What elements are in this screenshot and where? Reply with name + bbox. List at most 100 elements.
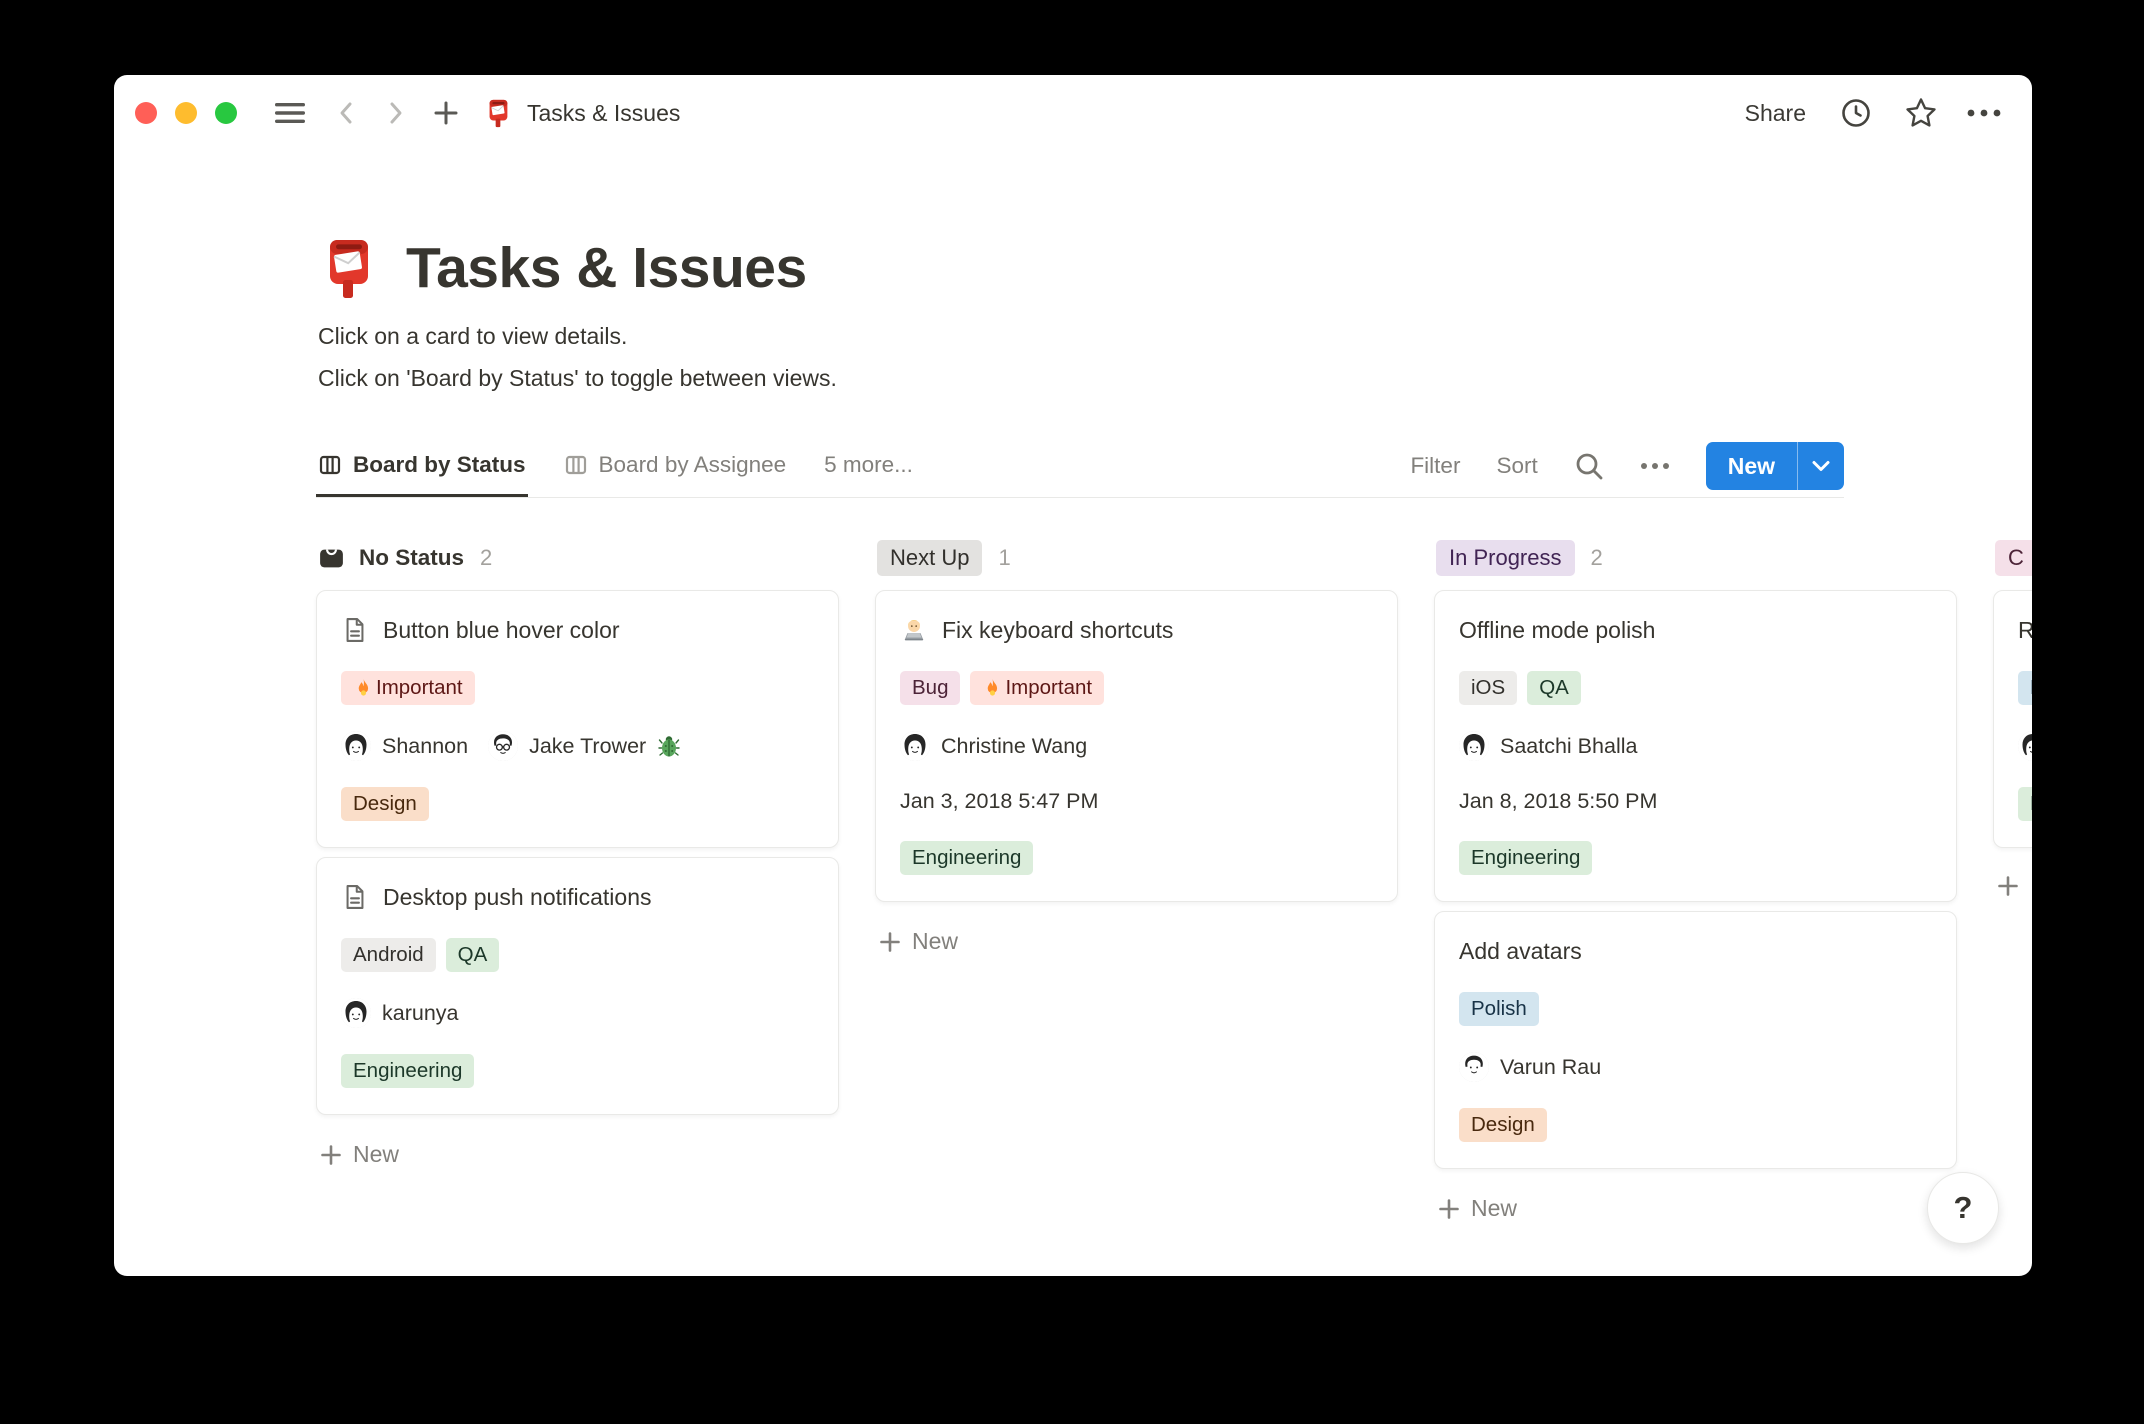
add-card-label: New: [353, 1141, 400, 1167]
tag-label: iOS: [1471, 676, 1506, 699]
search-icon[interactable]: [1574, 451, 1604, 481]
help-button[interactable]: ?: [1927, 1172, 1999, 1244]
new-button[interactable]: New: [1705, 442, 1844, 490]
card-tags-row: P: [2018, 671, 2032, 705]
tab-board-by-assignee[interactable]: Board by Assignee: [562, 435, 789, 497]
tag-label: Design: [1471, 1113, 1535, 1136]
tag-label: QA: [1539, 676, 1569, 699]
card-tags-row: Polish: [1459, 992, 1932, 1026]
tag-bug: Bug: [900, 671, 961, 705]
ellipsis-icon[interactable]: [1966, 108, 2002, 118]
tag-polish: Polish: [1459, 992, 1539, 1026]
tag-engineering: Engineering: [900, 841, 1034, 875]
tag-qa: QA: [445, 938, 500, 972]
column-title: In Progress: [1436, 540, 1575, 576]
card-title-row: Add avatars: [1459, 936, 1932, 966]
card[interactable]: Fix keyboard shortcuts Bug Important Christ…: [875, 590, 1398, 902]
star-icon[interactable]: [1904, 96, 1938, 130]
tag-design: Design: [1459, 1108, 1547, 1142]
person-name: karunya: [382, 1000, 459, 1025]
tag-important: Important: [341, 671, 475, 705]
card-date: Jan 8, 2018 5:50 PM: [1459, 788, 1658, 813]
add-card-label: New: [912, 928, 959, 954]
page-description: Click on a card to view details. Click o…: [318, 315, 2032, 399]
card[interactable]: Button blue hover color Important Shannon J…: [316, 590, 839, 848]
tab-5-more-[interactable]: 5 more...: [822, 435, 915, 497]
person: Varun Rau: [1459, 1052, 1601, 1082]
card[interactable]: R P E: [1993, 590, 2032, 848]
view-toolbar: Board by Status Board by Assignee 5 more..…: [316, 435, 1844, 498]
filter-button[interactable]: Filter: [1410, 453, 1460, 479]
column-title: C: [1995, 540, 2032, 576]
card-tags-row: Important: [341, 671, 814, 705]
clock-icon[interactable]: [1840, 97, 1872, 129]
add-card-button-no-status[interactable]: New: [319, 1141, 839, 1168]
column-count: 2: [480, 545, 493, 570]
breadcrumb[interactable]: Tasks & Issues: [483, 98, 680, 128]
tag-important: Important: [970, 671, 1105, 705]
page-icon: [341, 883, 369, 911]
card-tags-row: E: [2018, 787, 2032, 821]
column-header-next-up[interactable]: Next Up 1: [877, 538, 1398, 578]
column-title: Next Up: [877, 540, 983, 576]
zoom-button[interactable]: [215, 102, 237, 124]
card-tags-row: Bug Important: [900, 671, 1373, 705]
column-header-in-progress[interactable]: In Progress 2: [1436, 538, 1957, 578]
mailbox-page-icon[interactable]: [316, 236, 380, 300]
card-tags-row: Design: [341, 787, 814, 821]
share-button[interactable]: Share: [1745, 100, 1806, 127]
avatar: [1459, 1052, 1489, 1082]
hamburger-menu-icon[interactable]: [275, 101, 305, 125]
chevron-down-icon[interactable]: [1798, 442, 1844, 490]
tag-label: Bug: [912, 676, 949, 699]
add-card-button-clipped-column[interactable]: [1996, 874, 2032, 898]
fire-icon: [982, 678, 1003, 699]
card-title: R: [2018, 616, 2032, 643]
tag-label: Android: [353, 943, 424, 966]
tab-board-by-status[interactable]: Board by Status: [316, 435, 528, 497]
tag-engineering: Engineering: [341, 1054, 475, 1088]
avatar: [2018, 731, 2032, 761]
add-card-button-in-progress[interactable]: New: [1437, 1195, 1957, 1222]
avatar: [341, 998, 371, 1028]
card[interactable]: Offline mode polish iOS QA Saatchi Bhalla Ja…: [1434, 590, 1957, 902]
person: karunya: [341, 998, 459, 1028]
inbox-icon: [318, 545, 345, 572]
close-button[interactable]: [135, 102, 157, 124]
add-card-button-next-up[interactable]: New: [878, 928, 1398, 955]
person-name: Shannon: [382, 733, 469, 758]
person: [2018, 731, 2032, 761]
new-button-label[interactable]: New: [1706, 442, 1797, 490]
avatar: [488, 731, 519, 761]
minimize-button[interactable]: [175, 102, 197, 124]
tag-label: Important: [1005, 676, 1093, 699]
tab-label: Board by Assignee: [598, 451, 787, 477]
column-title: No Status: [359, 545, 465, 570]
board-view-icon: [564, 453, 588, 477]
technologist-emoji: [900, 616, 928, 644]
ellipsis-icon[interactable]: [1640, 462, 1670, 470]
person: Shannon: [341, 731, 468, 761]
chevron-left-icon[interactable]: [335, 99, 357, 127]
board-column-next-up: Next Up 1 Fix keyboard shortcuts Bug Importa…: [875, 538, 1398, 955]
beetle-icon: [657, 734, 681, 758]
card-title: Fix keyboard shortcuts: [942, 616, 1174, 643]
tab-label: 5 more...: [824, 451, 913, 477]
column-count: 2: [1590, 545, 1603, 570]
page-icon: [341, 616, 369, 644]
tag-label: Polish: [1471, 997, 1527, 1020]
card[interactable]: Add avatars Polish Varun Rau Design: [1434, 911, 1957, 1169]
plus-icon[interactable]: [433, 100, 459, 126]
column-header-clipped-column[interactable]: C: [1995, 538, 2032, 578]
board-view-icon: [318, 453, 342, 477]
chevron-right-icon[interactable]: [385, 99, 407, 127]
person: Saatchi Bhalla: [1459, 731, 1637, 761]
column-header-no-status[interactable]: No Status 2: [318, 538, 839, 578]
sort-button[interactable]: Sort: [1496, 453, 1537, 479]
page-header: Tasks & Issues: [316, 235, 2032, 301]
page-title: Tasks & Issues: [406, 236, 807, 300]
card-people-row: [2018, 731, 2032, 761]
tag-label: Engineering: [912, 846, 1022, 869]
tag-label: Engineering: [353, 1059, 463, 1082]
card[interactable]: Desktop push notifications Android QA karun…: [316, 857, 839, 1115]
